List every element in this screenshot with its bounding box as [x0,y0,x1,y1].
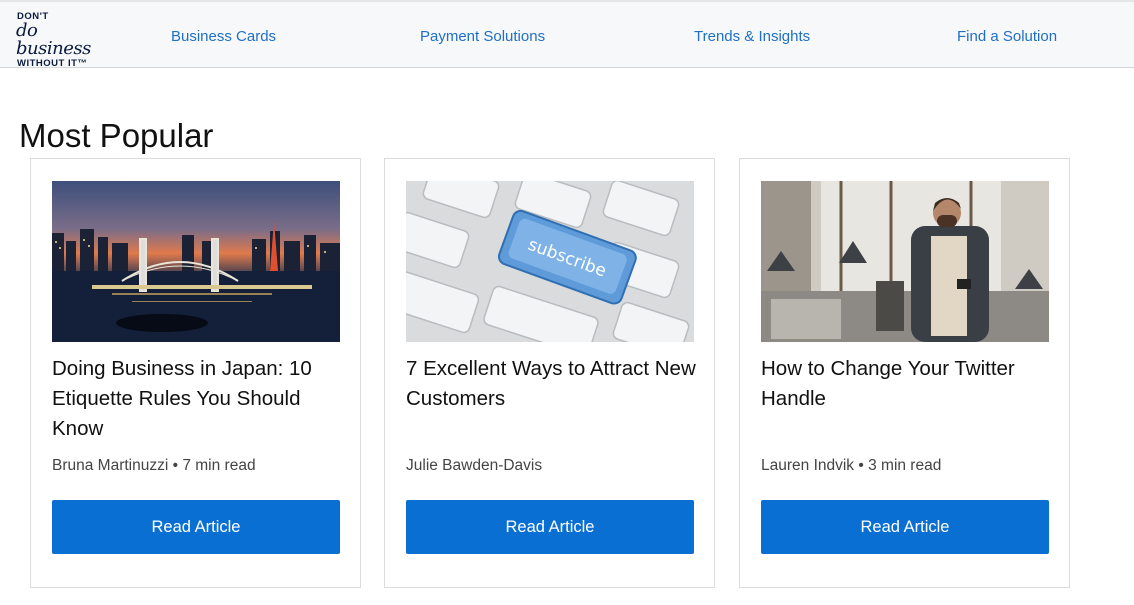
nav-payment-solutions[interactable]: Payment Solutions [420,28,545,45]
read-article-button[interactable]: Read Article [761,500,1049,554]
nav-find-a-solution[interactable]: Find a Solution [957,28,1057,45]
subscribe-keyboard-image[interactable]: subscribe [406,181,694,342]
nav-business-cards[interactable]: Business Cards [171,28,276,45]
article-card: subscribe 7 Excellent Ways to Attract Ne… [384,158,715,588]
nav-trends-insights[interactable]: Trends & Insights [694,28,810,45]
logo-line-3: WITHOUT IT™ [17,58,88,69]
read-article-button[interactable]: Read Article [406,500,694,554]
page-title: Most Popular [19,117,214,154]
article-title[interactable]: How to Change Your Twitter Handle [761,354,1053,414]
article-card: Doing Business in Japan: 10 Etiquette Ru… [30,158,361,588]
article-meta: Julie Bawden-Davis [406,457,543,474]
top-nav-bar: DON'T do business WITHOUT IT™ Business C… [0,0,1134,69]
article-title[interactable]: 7 Excellent Ways to Attract New Customer… [406,354,698,414]
read-article-button[interactable]: Read Article [52,500,340,554]
logo-line-2: do business [16,20,91,59]
tokyo-bridge-image[interactable] [52,181,340,342]
article-title[interactable]: Doing Business in Japan: 10 Etiquette Ru… [52,354,344,444]
amex-logo[interactable]: DON'T do business WITHOUT IT™ [16,11,117,69]
article-card: How to Change Your Twitter Handle Lauren… [739,158,1070,588]
article-meta: Bruna Martinuzzi • 7 min read [52,457,256,474]
man-with-phone-image[interactable] [761,181,1049,342]
article-meta: Lauren Indvik • 3 min read [761,457,942,474]
